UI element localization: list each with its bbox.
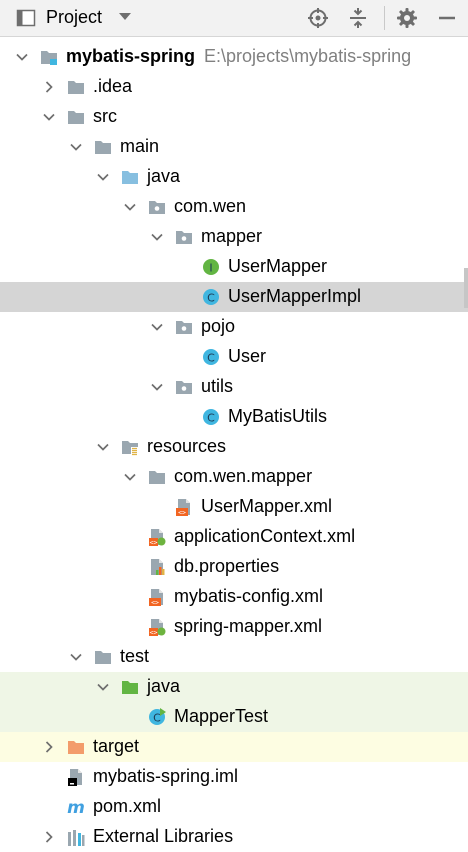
svg-text:<>: <> xyxy=(178,509,186,517)
tree-node-db-properties[interactable]: db.properties xyxy=(0,552,468,582)
tree-node-label: src xyxy=(93,106,117,126)
hide-icon[interactable] xyxy=(436,7,458,29)
locate-icon[interactable] xyxy=(307,7,329,29)
expand-arrow-down-icon[interactable] xyxy=(96,170,110,184)
tree-node-java[interactable]: java xyxy=(0,672,468,702)
expand-arrow-down-icon[interactable] xyxy=(96,680,110,694)
tree-node-pojo[interactable]: pojo xyxy=(0,312,468,342)
svg-text:I: I xyxy=(209,261,212,274)
svg-text:<>: <> xyxy=(150,629,158,637)
expand-arrow-down-icon[interactable] xyxy=(150,230,164,244)
tree-node-label: java xyxy=(147,166,181,186)
tree-node-label: UserMapper.xml xyxy=(201,496,333,516)
svg-text:C: C xyxy=(207,411,215,424)
tree-node-label: target xyxy=(93,736,140,756)
expand-arrow-right-icon[interactable] xyxy=(42,80,56,94)
tree-node-label: resources xyxy=(147,436,227,456)
tree-node-label: UserMapperImpl xyxy=(228,286,362,306)
project-view-icon[interactable] xyxy=(16,8,36,28)
tree-node-label: MapperTest xyxy=(174,706,269,726)
gear-icon[interactable] xyxy=(396,7,418,29)
tree-node-utils[interactable]: utils xyxy=(0,372,468,402)
expand-arrow-down-icon[interactable] xyxy=(150,320,164,334)
tree-node-label: com.wen.mapper xyxy=(174,466,313,486)
scrollbar[interactable] xyxy=(464,268,468,308)
tree-node-usermapper-xml[interactable]: <> UserMapper.xml xyxy=(0,492,468,522)
tree-node-usermapper[interactable]: I UserMapper xyxy=(0,252,468,282)
tree-node-label: java xyxy=(147,676,181,696)
svg-text:<>: <> xyxy=(151,599,159,607)
chevron-down-icon[interactable] xyxy=(118,12,132,22)
tree-node-com-wen-mapper[interactable]: com.wen.mapper xyxy=(0,462,468,492)
tree-node-idea[interactable]: .idea xyxy=(0,72,468,102)
tree-node-label: mybatis-spring xyxy=(66,46,196,66)
tree-node-test[interactable]: test xyxy=(0,642,468,672)
tree-node-label: pom.xml xyxy=(93,796,162,816)
tree-node-label: db.properties xyxy=(174,556,280,576)
expand-arrow-down-icon[interactable] xyxy=(69,140,83,154)
expand-arrow-right-icon[interactable] xyxy=(42,740,56,754)
tree-node-label: mybatis-spring.iml xyxy=(93,766,239,786)
tree-node-label: UserMapper xyxy=(228,256,328,276)
tree-node-label: mybatis-config.xml xyxy=(174,586,324,606)
project-view-title[interactable]: Project xyxy=(46,7,102,28)
tree-node-spring-mapper-xml[interactable]: <> spring-mapper.xml xyxy=(0,612,468,642)
tree-node-label: .idea xyxy=(93,76,133,96)
tree-node-java[interactable]: java xyxy=(0,162,468,192)
tree-node-external-libraries[interactable]: External Libraries xyxy=(0,822,468,852)
svg-text:m: m xyxy=(67,798,85,816)
expand-arrow-right-icon[interactable] xyxy=(42,830,56,844)
svg-text:C: C xyxy=(207,351,215,364)
tree-node-src[interactable]: src xyxy=(0,102,468,132)
tree-node-usermapperimpl[interactable]: C UserMapperImpl xyxy=(0,282,468,312)
module-path: E:\projects\mybatis-spring xyxy=(204,46,412,66)
tree-node-label: External Libraries xyxy=(93,826,234,846)
tree-node-label: spring-mapper.xml xyxy=(174,616,323,636)
expand-arrow-down-icon[interactable] xyxy=(69,650,83,664)
svg-text:C: C xyxy=(207,291,215,304)
tree-node-mappertest[interactable]: C MapperTest xyxy=(0,702,468,732)
tree-node-resources[interactable]: resources xyxy=(0,432,468,462)
tree-node-label: com.wen xyxy=(174,196,247,216)
tree-node-label: utils xyxy=(201,376,234,396)
collapse-all-icon[interactable] xyxy=(347,7,369,29)
tree-node-label: mapper xyxy=(201,226,263,246)
tree-node-applicationcontext-xml[interactable]: <> applicationContext.xml xyxy=(0,522,468,552)
expand-arrow-down-icon[interactable] xyxy=(42,110,56,124)
tree-node-label: MyBatisUtils xyxy=(228,406,328,426)
tree-node-label: main xyxy=(120,136,160,156)
toolbar-separator xyxy=(384,6,385,30)
tree-node-label: test xyxy=(120,646,150,666)
expand-arrow-down-icon[interactable] xyxy=(123,200,137,214)
expand-arrow-down-icon[interactable] xyxy=(123,470,137,484)
tree-node-mybatisutils[interactable]: C MyBatisUtils xyxy=(0,402,468,432)
tree-node-com-wen[interactable]: com.wen xyxy=(0,192,468,222)
tree-node-user[interactable]: C User xyxy=(0,342,468,372)
expand-arrow-down-icon[interactable] xyxy=(96,440,110,454)
expand-arrow-down-icon[interactable] xyxy=(150,380,164,394)
tree-node-target[interactable]: target xyxy=(0,732,468,762)
project-toolbar: Project xyxy=(0,0,468,37)
tree-node-mybatis-spring-iml[interactable]: mybatis-spring.iml xyxy=(0,762,468,792)
tree-node-label: pojo xyxy=(201,316,236,336)
svg-text:C: C xyxy=(153,711,161,724)
tree-node-mybatis-config-xml[interactable]: <> mybatis-config.xml xyxy=(0,582,468,612)
tree-node-main[interactable]: main xyxy=(0,132,468,162)
expand-arrow-down-icon[interactable] xyxy=(15,50,29,64)
tree-node-label: User xyxy=(228,346,267,366)
tree-node-mybatis-spring[interactable]: mybatis-spring E:\projects\mybatis-spring xyxy=(0,42,468,72)
tree-node-label: applicationContext.xml xyxy=(174,526,356,546)
svg-text:<>: <> xyxy=(150,539,158,547)
project-tree: mybatis-spring E:\projects\mybatis-spring… xyxy=(0,37,468,846)
tree-node-mapper[interactable]: mapper xyxy=(0,222,468,252)
tree-node-pom-xml[interactable]: m pom.xml xyxy=(0,792,468,822)
